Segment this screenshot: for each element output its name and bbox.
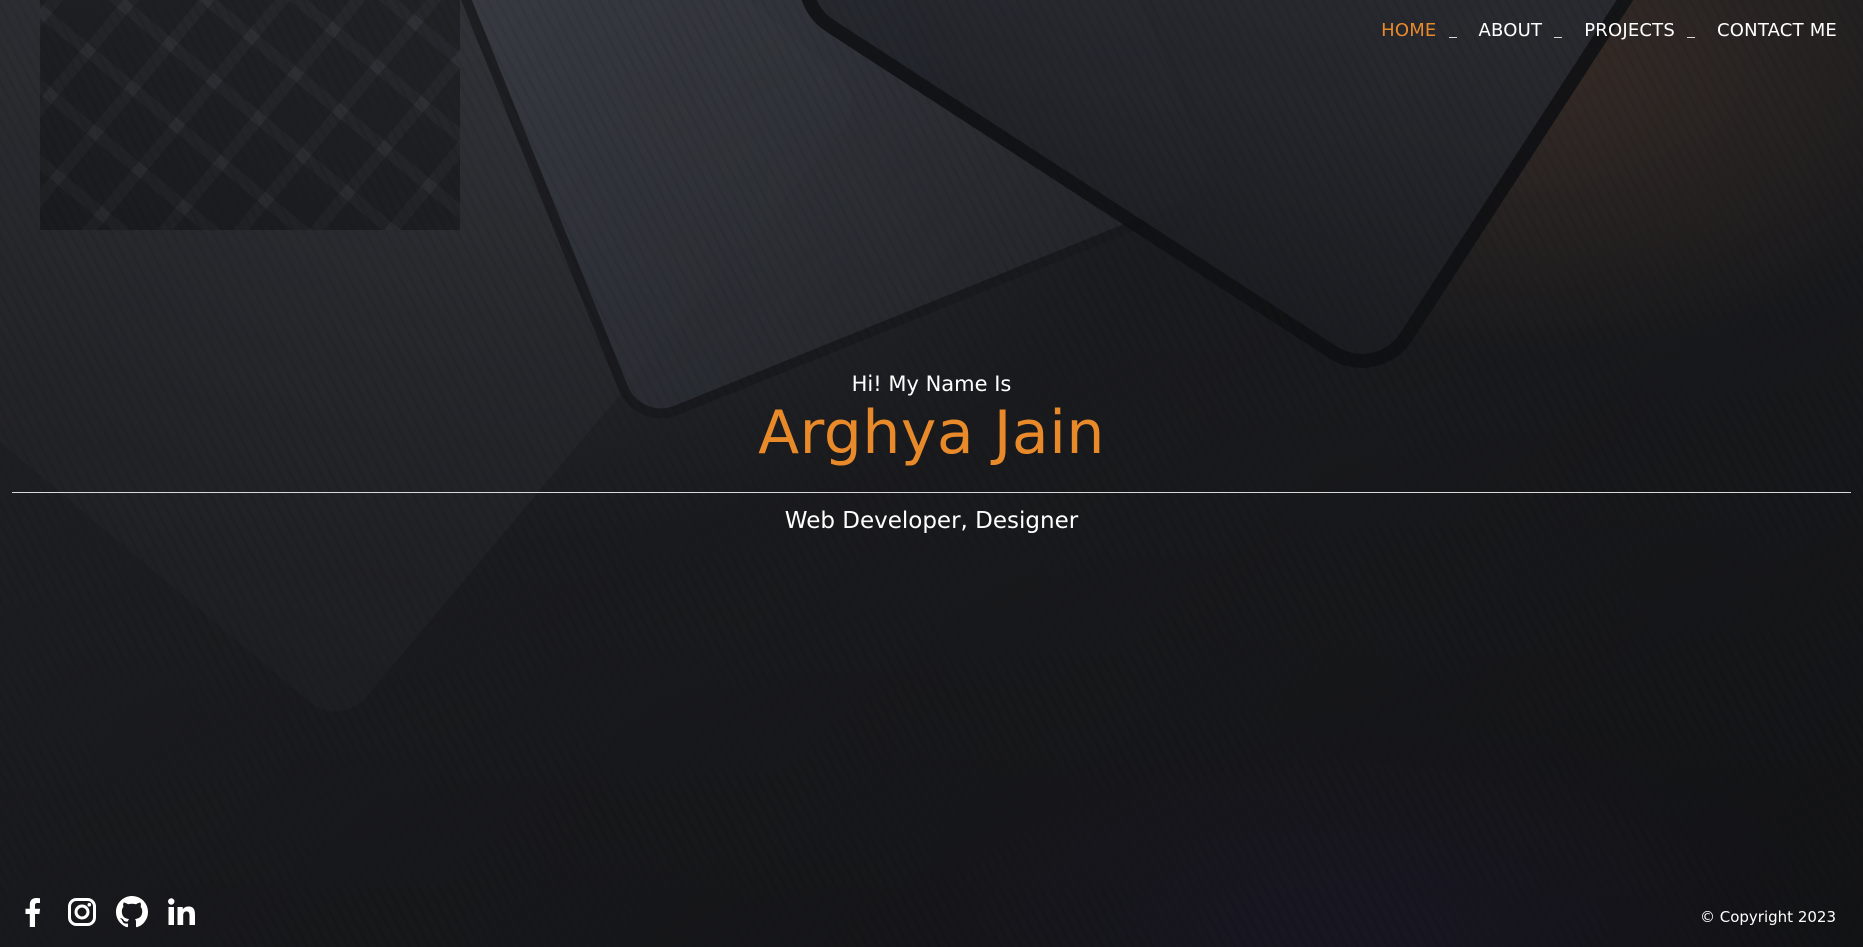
nav-separator — [1448, 37, 1457, 38]
nav-separator — [1554, 37, 1563, 38]
facebook-icon — [25, 898, 41, 927]
linkedin-icon — [168, 898, 195, 925]
background-photo — [0, 0, 1863, 947]
social-links — [16, 896, 198, 928]
github-icon — [116, 896, 148, 928]
hero-greeting: Hi! My Name Is — [851, 372, 1012, 396]
dark-overlay — [0, 0, 1863, 947]
instagram-icon — [68, 898, 96, 926]
nav-contact-link[interactable]: CONTACT ME — [1717, 20, 1837, 41]
nav-home-link[interactable]: HOME — [1381, 20, 1436, 41]
linkedin-link[interactable] — [166, 896, 198, 928]
instagram-link[interactable] — [66, 896, 98, 928]
nav-projects-link[interactable]: PROJECTS — [1584, 20, 1675, 41]
main-nav: HOME ABOUT PROJECTS CONTACT ME — [1381, 20, 1837, 41]
hero-role: Web Developer, Designer — [784, 508, 1079, 534]
nav-about-link[interactable]: ABOUT — [1479, 20, 1543, 41]
github-link[interactable] — [116, 896, 148, 928]
hero-name: Arghya Jain — [758, 398, 1105, 468]
nav-separator — [1687, 37, 1696, 38]
facebook-link[interactable] — [16, 896, 48, 928]
hero-divider — [12, 492, 1851, 493]
copyright-text: © Copyright 2023 — [1699, 908, 1836, 926]
